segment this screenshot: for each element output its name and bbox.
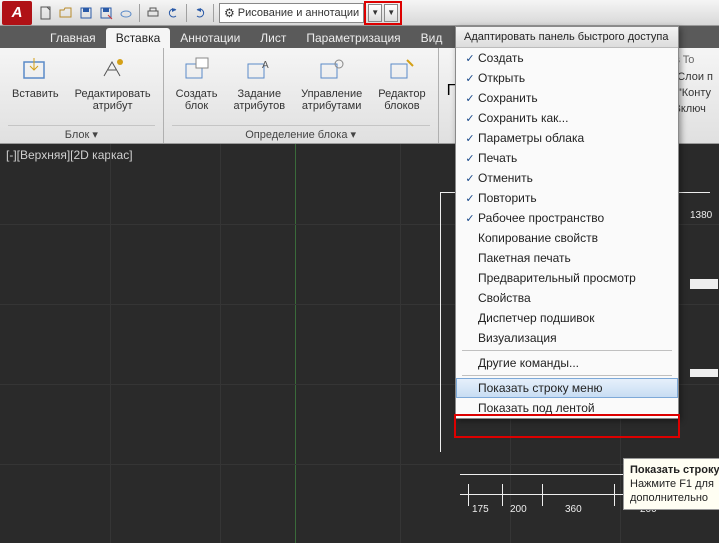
check-icon: ✓ [462,172,478,185]
block-editor-button[interactable]: Редактор блоков [374,52,429,125]
qat-customize-dropdown-icon[interactable]: ▼ [384,4,398,22]
menu-item[interactable]: ✓Параметры облака [456,128,678,148]
check-icon: ✓ [462,212,478,225]
block-editor-label: Редактор блоков [378,88,425,112]
menu-separator [462,375,672,376]
panel-block-definition: Создать блок A Задание атрибутов Управле… [164,48,439,143]
menu-separator [462,350,672,351]
check-icon: ✓ [462,192,478,205]
dim-value: 360 [565,504,582,515]
menu-item[interactable]: ✓Рабочее пространство [456,208,678,228]
qat-separator [213,4,214,22]
qat-customize-highlight: ▼ ▼ [364,1,402,25]
gear-icon: ⚙ [224,6,235,20]
tab-parametric[interactable]: Параметризация [296,28,410,48]
menu-item[interactable]: ✓Создать [456,48,678,68]
menu-item[interactable]: ✓Открыть [456,68,678,88]
menu-show-menu-bar[interactable]: Показать строку меню [456,378,678,398]
define-attributes-label: Задание атрибутов [233,88,285,112]
menu-show-below[interactable]: Показать под лентой [456,398,678,418]
dim-value: 200 [510,504,527,515]
workspace-dropdown-icon[interactable]: ▼ [368,4,382,22]
undo-icon[interactable] [164,4,182,22]
edit-attribute-icon [97,54,129,86]
dim-value: 175 [472,504,489,515]
menu-item[interactable]: Копирование свойств [456,228,678,248]
tab-insert[interactable]: Вставка [106,28,171,48]
manage-attributes-icon [316,54,348,86]
manage-attributes-label: Управление атрибутами [301,88,362,112]
menu-item[interactable]: Свойства [456,288,678,308]
check-icon: ✓ [462,132,478,145]
tooltip-hint: Нажмите F1 для дополнительно [630,477,719,505]
qat-separator [139,4,140,22]
menu-item[interactable]: ✓Отменить [456,168,678,188]
tab-annotations[interactable]: Аннотации [170,28,250,48]
tooltip: Показать строку Нажмите F1 для дополните… [623,458,719,510]
insert-label: Вставить [12,88,59,100]
edit-attribute-button[interactable]: Редактировать атрибут [71,52,155,125]
svg-text:A: A [262,60,269,71]
edit-attribute-label: Редактировать атрибут [75,88,151,112]
define-attributes-icon: A [243,54,275,86]
qat-customize-menu: Адаптировать панель быстрого доступа ✓Со… [455,26,679,419]
qnew-icon[interactable] [37,4,55,22]
workspace-label: Рисование и аннотации [238,7,359,19]
create-block-icon [181,54,213,86]
menu-item[interactable]: ✓Сохранить как... [456,108,678,128]
qat-separator [186,4,187,22]
menu-item[interactable]: ✓Повторить [456,188,678,208]
insert-icon [19,54,51,86]
panel-block: Вставить Редактировать атрибут Блок ▾ [0,48,164,143]
create-block-button[interactable]: Создать блок [172,52,222,125]
dim-value: 1380 [690,210,712,221]
redo-icon[interactable] [191,4,209,22]
save-icon[interactable] [77,4,95,22]
manage-attributes-button[interactable]: Управление атрибутами [297,52,366,125]
menu-item[interactable]: Диспетчер подшивок [456,308,678,328]
menu-header: Адаптировать панель быстрого доступа [456,27,678,48]
panel-block-def-title[interactable]: Определение блока ▾ [172,125,430,143]
tab-view[interactable]: Вид [411,28,453,48]
check-icon: ✓ [462,152,478,165]
workspace-combo[interactable]: ⚙ Рисование и аннотации [219,3,364,23]
check-icon: ✓ [462,72,478,85]
viewport-label[interactable]: [-][Верхняя][2D каркас] [6,148,133,162]
menu-item[interactable]: Пакетная печать [456,248,678,268]
print-icon[interactable] [144,4,162,22]
saveas-icon[interactable] [97,4,115,22]
panel-block-title[interactable]: Блок ▾ [8,125,155,143]
menu-item[interactable]: Предварительный просмотр [456,268,678,288]
tab-sheet[interactable]: Лист [250,28,296,48]
create-block-label: Создать блок [176,88,218,112]
menu-more-commands[interactable]: Другие команды... [456,353,678,373]
cloud-icon[interactable] [117,4,135,22]
menu-item[interactable]: ✓Печать [456,148,678,168]
define-attributes-button[interactable]: A Задание атрибутов [229,52,289,125]
check-icon: ✓ [462,112,478,125]
check-icon: ✓ [462,52,478,65]
open-icon[interactable] [57,4,75,22]
quick-access-toolbar: A ⚙ Рисование и аннотации ▼ ▼ [0,0,719,26]
insert-button[interactable]: Вставить [8,52,63,125]
check-icon: ✓ [462,92,478,105]
menu-item[interactable]: Визуализация [456,328,678,348]
app-logo[interactable]: A [2,1,32,25]
tooltip-title: Показать строку [630,463,719,477]
block-editor-icon [386,54,418,86]
menu-item[interactable]: ✓Сохранить [456,88,678,108]
tab-home[interactable]: Главная [40,28,106,48]
